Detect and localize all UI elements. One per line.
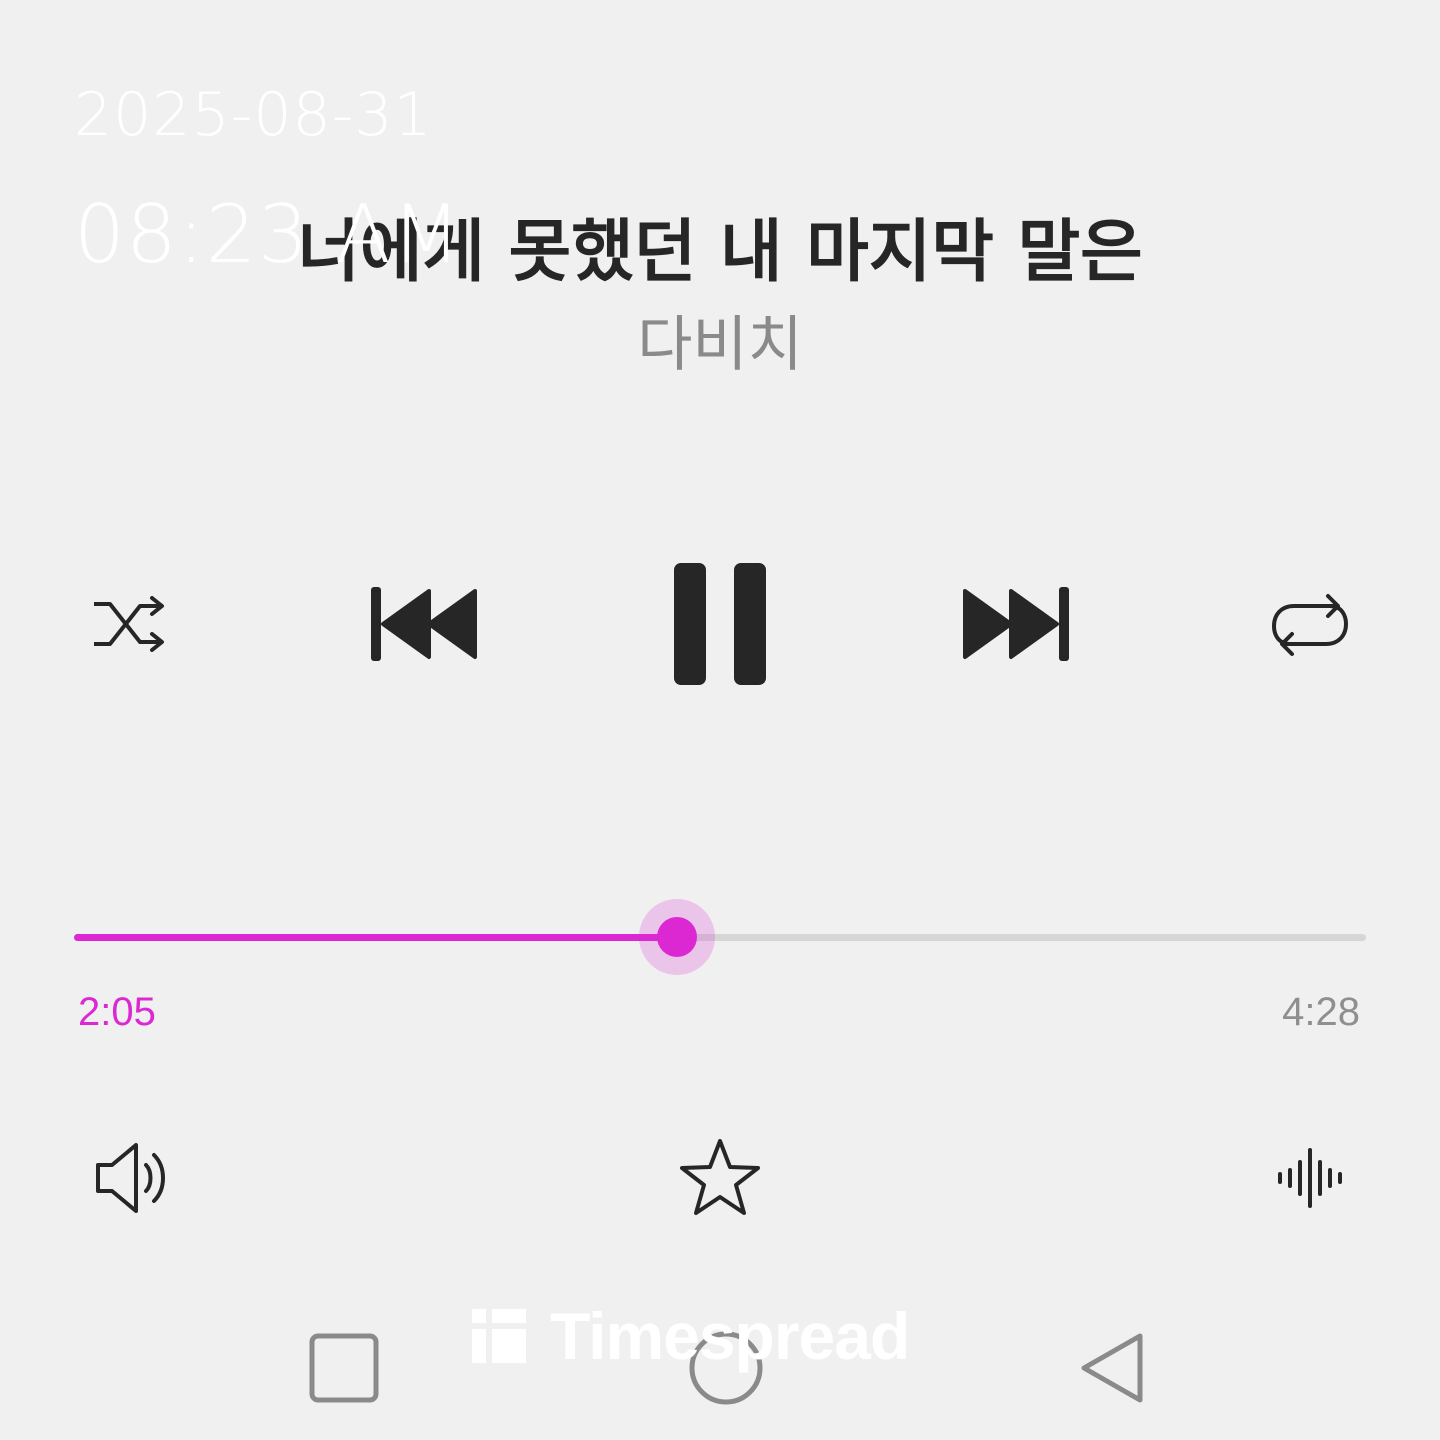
home-circle-icon (689, 1331, 763, 1405)
pause-button[interactable] (660, 556, 780, 692)
elapsed-time: 2:05 (78, 990, 156, 1034)
shuffle-icon (94, 596, 164, 652)
seek-thumb[interactable] (639, 899, 715, 975)
shuffle-button[interactable] (80, 584, 180, 664)
back-button[interactable] (1066, 1324, 1154, 1412)
sound-effects-button[interactable] (1268, 1140, 1352, 1216)
favorite-button[interactable] (672, 1132, 768, 1222)
next-button[interactable] (950, 578, 1080, 670)
watermark-logo-icon (472, 1309, 526, 1363)
skip-previous-icon (371, 587, 477, 661)
volume-icon (96, 1143, 165, 1213)
repeat-button[interactable] (1262, 584, 1358, 664)
sound-wave-icon (1278, 1148, 1342, 1208)
back-triangle-icon (1081, 1333, 1143, 1403)
lockscreen-date: 2025-08-31 (74, 80, 433, 150)
home-button[interactable] (680, 1324, 772, 1412)
pause-icon (674, 563, 766, 685)
repeat-icon (1271, 594, 1349, 656)
seek-bar-progress (74, 934, 677, 941)
previous-button[interactable] (360, 578, 490, 670)
volume-button[interactable] (84, 1136, 180, 1220)
lockscreen-time: 08:23 AM (74, 188, 462, 281)
recents-button[interactable] (300, 1324, 388, 1412)
seek-bar[interactable] (74, 899, 1366, 975)
seek-thumb-dot (657, 917, 697, 957)
recents-square-icon (309, 1333, 379, 1403)
total-duration: 4:28 (1282, 990, 1360, 1034)
artist-name: 다비치 (637, 310, 803, 380)
star-icon (680, 1139, 760, 1215)
lockscreen-music-player: 2025-08-31 08:23 AM 너에게 못했던 내 마지막 말은 다비치 (0, 0, 1440, 1440)
skip-next-icon (963, 587, 1069, 661)
